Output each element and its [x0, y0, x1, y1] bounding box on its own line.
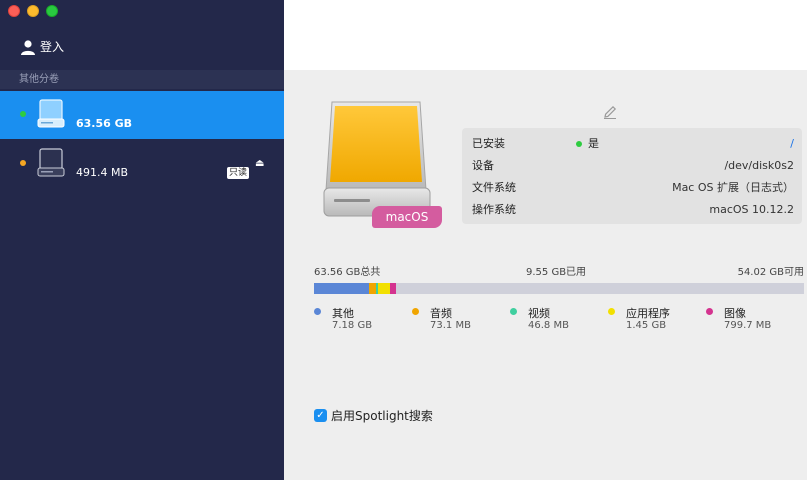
volume-size: 491.4 MB: [76, 166, 129, 179]
legend-value: 73.1 MB: [430, 320, 471, 331]
edit-pencil-icon[interactable]: [602, 104, 618, 120]
legend-name: 音频: [430, 307, 452, 320]
legend-dot: [510, 308, 517, 315]
sidebar: 登入 其他分卷 63.56 GB 491.4 MB 只读 ⏏: [0, 0, 284, 480]
spotlight-checkbox[interactable]: ✓ 启用Spotlight搜索: [314, 407, 433, 424]
window-controls: [8, 5, 58, 17]
legend-value: 7.18 GB: [332, 320, 373, 331]
mounted-indicator-dot: [576, 141, 582, 147]
maximize-window-button[interactable]: [46, 5, 58, 17]
mounted-label: 已安装: [472, 137, 505, 150]
capacity-total: 63.56 GB总共: [314, 267, 381, 278]
read-only-badge: 只读: [227, 167, 250, 179]
usage-segment: [390, 283, 396, 294]
disk-icon: [37, 99, 65, 128]
legend-dot: [412, 308, 419, 315]
legend-dot: [706, 308, 713, 315]
close-window-button[interactable]: [8, 5, 20, 17]
sidebar-volume-item[interactable]: 63.56 GB: [0, 91, 284, 139]
usage-legend: 其他 7.18 GB 音频 73.1 MB 视频 46.8 MB 应用程序 1.45 GB 图像…: [314, 305, 804, 335]
mounted-status-dot: [20, 160, 26, 166]
legend-name: 其他: [332, 307, 354, 320]
legend-value: 46.8 MB: [528, 320, 569, 331]
info-row-mounted: 已安装 是 /: [462, 133, 802, 155]
legend-value: 799.7 MB: [724, 320, 772, 331]
filesystem-label: 文件系统: [472, 181, 516, 194]
os-tag: macOS: [372, 206, 442, 228]
info-row-filesystem: 文件系统 Mac OS 扩展（日志式）: [462, 177, 802, 199]
filesystem-value: Mac OS 扩展（日志式）: [672, 181, 794, 194]
capacity-summary: 63.56 GB总共 9.55 GB已用 54.02 GB可用: [314, 263, 804, 278]
mounted-value-text: 是: [588, 137, 599, 150]
user-icon: [21, 39, 35, 55]
capacity-available: 54.02 GB可用: [737, 267, 804, 278]
legend-name: 图像: [724, 307, 746, 320]
os-value: macOS 10.12.2: [709, 203, 794, 216]
legend-dot: [314, 308, 321, 315]
spotlight-label: 启用Spotlight搜索: [331, 409, 433, 423]
legend-name: 应用程序: [626, 307, 670, 320]
device-value: /dev/disk0s2: [724, 159, 794, 172]
checkbox-checked-icon[interactable]: ✓: [314, 409, 327, 422]
legend-dot: [608, 308, 615, 315]
mounted-value: 是: [576, 133, 599, 155]
disk-icon: [37, 148, 65, 177]
info-row-device: 设备 /dev/disk0s2: [462, 155, 802, 177]
legend-value: 1.45 GB: [626, 320, 667, 331]
usage-bar: [314, 283, 804, 294]
volume-info-panel: 已安装 是 / 设备 /dev/disk0s2 文件系统 Mac OS 扩展（日…: [462, 128, 802, 224]
login-button[interactable]: 登入: [20, 38, 64, 55]
minimize-window-button[interactable]: [27, 5, 39, 17]
login-label: 登入: [40, 40, 65, 54]
capacity-used: 9.55 GB已用: [526, 267, 587, 278]
mounted-status-dot: [20, 111, 26, 117]
volume-size: 63.56 GB: [76, 117, 133, 130]
mount-path-link[interactable]: /: [790, 133, 794, 155]
toolbar-area: [284, 0, 807, 70]
main-panel: macOS 已安装 是 / 设备 /dev/disk0s2 文件系统 Mac O…: [284, 0, 807, 480]
eject-icon[interactable]: ⏏: [255, 158, 264, 169]
device-label: 设备: [472, 159, 494, 172]
usage-segment: [369, 283, 376, 294]
section-header-other-volumes: 其他分卷: [0, 70, 284, 89]
usage-segment: [378, 283, 390, 294]
os-label: 操作系统: [472, 203, 516, 216]
sidebar-volume-item[interactable]: 491.4 MB 只读 ⏏: [0, 140, 284, 188]
legend-name: 视频: [528, 307, 550, 320]
info-row-os: 操作系统 macOS 10.12.2: [462, 199, 802, 221]
usage-segment: [314, 283, 369, 294]
